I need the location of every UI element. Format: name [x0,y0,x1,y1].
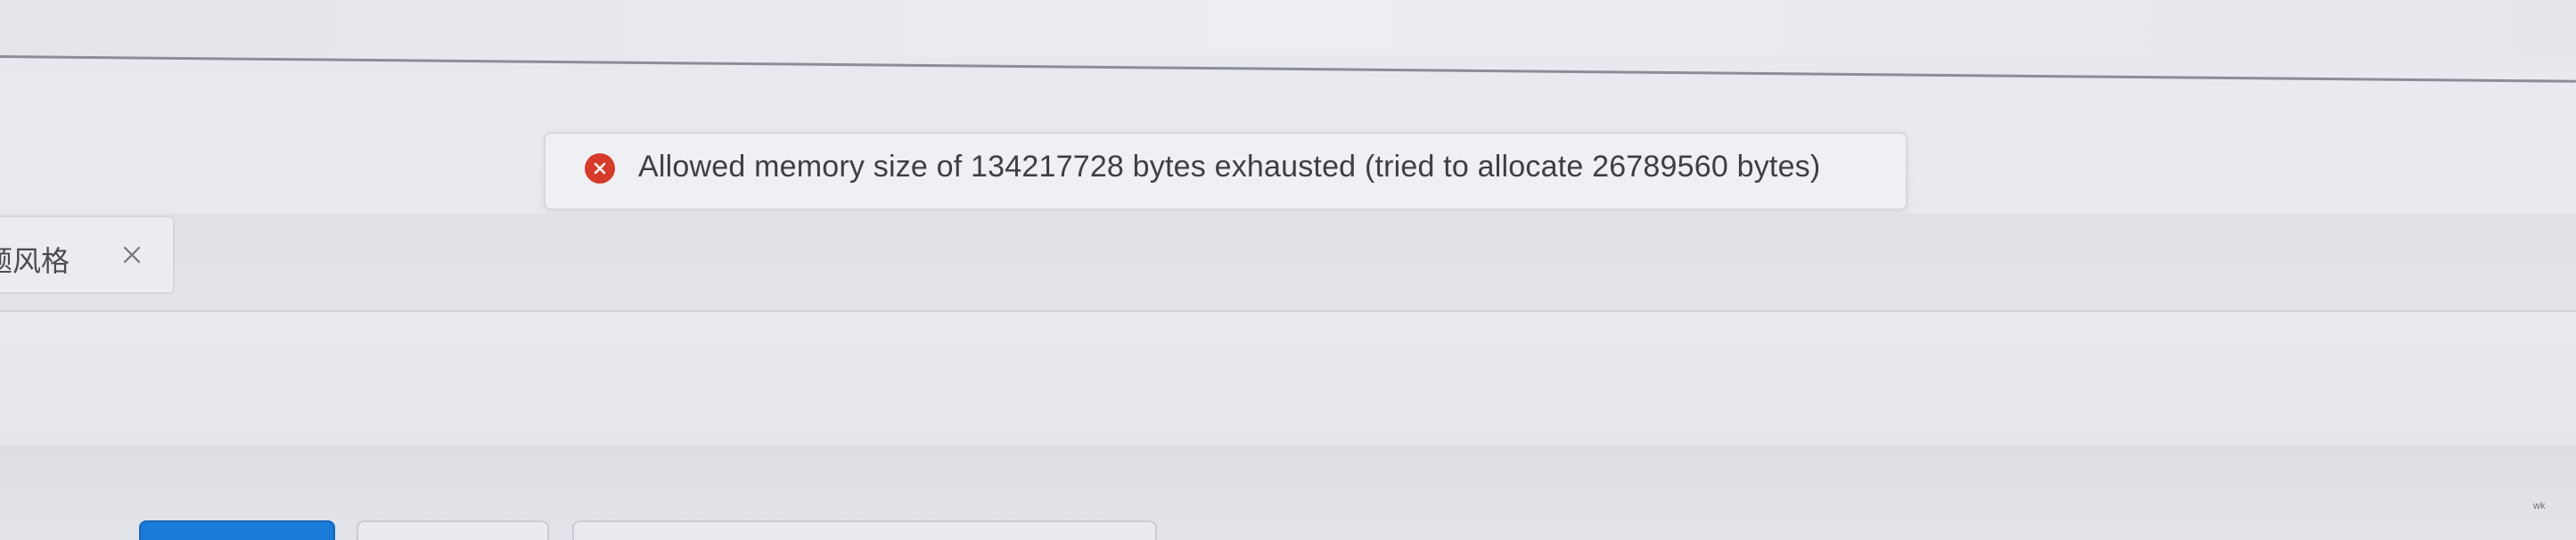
app-screen: Allowed memory size of 134217728 bytes e… [0,0,2576,540]
tab-theme-style[interactable]: 题风格 [0,216,175,294]
secondary-button[interactable] [357,520,549,540]
close-icon[interactable] [114,237,150,273]
tab-label: 题风格 [0,245,70,277]
header-divider [0,55,2576,83]
corner-watermark: wk [2533,501,2546,511]
error-circle-icon [585,153,615,184]
header-bar [0,0,2576,55]
primary-button[interactable] [139,520,335,540]
main-content [0,312,2576,446]
error-toast: Allowed memory size of 134217728 bytes e… [544,132,1907,210]
wide-secondary-button[interactable] [572,520,1157,540]
error-message: Allowed memory size of 134217728 bytes e… [638,150,1821,184]
tab-strip: 题风格 [0,214,2576,312]
